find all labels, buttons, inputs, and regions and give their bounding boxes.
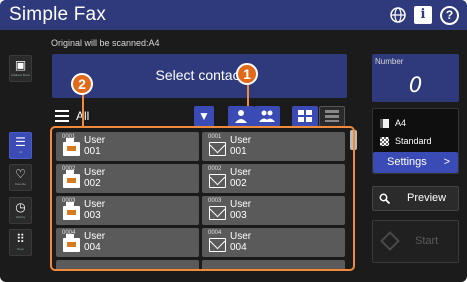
callout-line <box>247 84 249 106</box>
start-button[interactable]: Start <box>372 220 459 263</box>
settings-panel: A4 Standard Settings > <box>372 108 459 174</box>
preview-button[interactable]: Preview <box>372 186 459 211</box>
paper-size-value: A4 <box>395 118 407 128</box>
paper-icon <box>380 119 389 129</box>
contact-card[interactable]: 0001 User 001 <box>202 132 345 161</box>
callout-2-badge: 2 <box>71 73 93 95</box>
contact-name: User 001 <box>84 135 106 157</box>
select-contact-button[interactable]: Select contact <box>52 54 347 98</box>
number-value: 0 <box>408 73 423 97</box>
fax-icon <box>63 138 80 156</box>
title-bar: Simple Fax i ? <box>0 0 467 30</box>
magnifier-icon <box>379 187 391 213</box>
contact-name: User 004 <box>230 231 252 253</box>
sidebar-item-label: Address Book <box>11 73 30 77</box>
start-label: Start <box>415 235 439 247</box>
fax-screen: Simple Fax i ? Original will be scanned:… <box>0 0 467 282</box>
callout-1-badge: 1 <box>236 63 258 85</box>
quality-value: Standard <box>395 136 432 146</box>
email-icon <box>209 206 226 220</box>
contact-card-partial[interactable] <box>202 260 345 270</box>
chevron-right-icon: > <box>443 156 450 168</box>
sidebar-item-address-book[interactable]: ▣ Address Book <box>9 55 32 82</box>
list-icon: ☰ <box>15 135 26 149</box>
number-display[interactable]: Number 0 <box>372 54 459 102</box>
list-icon <box>55 110 69 122</box>
list-view-icon[interactable] <box>319 106 345 127</box>
quality-row: Standard <box>380 136 432 147</box>
sidebar-item-label: Keys <box>17 247 24 251</box>
contact-name: User 003 <box>230 199 252 221</box>
original-status: Original will be scanned:A4 <box>51 38 160 48</box>
sidebar-item-label: History <box>15 215 26 219</box>
email-icon <box>209 174 226 188</box>
keypad-icon: ⠿ <box>16 232 25 246</box>
app-title: Simple Fax <box>9 4 107 25</box>
grid-view-icon[interactable] <box>292 106 318 127</box>
contact-name: User 002 <box>230 167 252 189</box>
fax-icon <box>63 234 80 252</box>
address-book-icon: ▣ <box>14 58 27 72</box>
number-label: Number <box>375 57 404 66</box>
fax-icon <box>63 202 80 220</box>
contact-card[interactable]: 0002 User 002 <box>56 164 199 193</box>
sidebar-item-history[interactable]: ◷ History <box>9 197 32 224</box>
contact-name: User 001 <box>230 135 252 157</box>
contact-name: User 002 <box>84 167 106 189</box>
contact-card[interactable]: 0001 User 001 <box>56 132 199 161</box>
sidebar-item-label: All <box>18 150 23 154</box>
email-icon <box>209 238 226 252</box>
contact-card[interactable]: 0002 User 002 <box>202 164 345 193</box>
scrollbar[interactable] <box>350 130 357 150</box>
contact-name: User 004 <box>84 231 106 253</box>
select-contact-label: Select contact <box>155 67 244 83</box>
info-icon[interactable]: i <box>414 6 432 24</box>
start-icon <box>380 231 400 251</box>
preview-label: Preview <box>407 192 447 204</box>
fax-icon <box>63 170 80 188</box>
contact-card-partial[interactable] <box>56 260 199 270</box>
contact-grid: 0001 User 001 0001 User 001 0002 User 002 0… <box>54 130 346 270</box>
contact-card[interactable]: 0004 User 004 <box>56 228 199 257</box>
group-icon[interactable] <box>254 106 280 127</box>
sidebar-item-keys[interactable]: ⠿ Keys <box>9 229 32 256</box>
globe-icon[interactable] <box>389 6 407 24</box>
paper-size-row: A4 <box>380 118 407 129</box>
settings-label: Settings <box>387 156 427 168</box>
settings-button[interactable]: Settings > <box>373 152 458 173</box>
sidebar-item-label: Favorite <box>15 182 26 186</box>
heart-icon: ♡ <box>15 167 26 181</box>
callout-line <box>82 94 84 128</box>
clock-icon: ◷ <box>15 200 26 214</box>
contact-card[interactable]: 0003 User 003 <box>202 196 345 225</box>
contact-name: User 003 <box>84 199 106 221</box>
quality-icon <box>380 137 389 147</box>
sidebar-item-all[interactable]: ☰ All <box>9 132 32 159</box>
help-icon[interactable]: ? <box>440 6 459 25</box>
contact-card[interactable]: 0004 User 004 <box>202 228 345 257</box>
contact-card[interactable]: 0003 User 003 <box>56 196 199 225</box>
person-icon[interactable] <box>228 106 254 127</box>
sidebar-item-favorite[interactable]: ♡ Favorite <box>9 164 32 191</box>
email-icon <box>209 142 226 156</box>
filter-icon[interactable]: ▼ <box>194 106 214 127</box>
